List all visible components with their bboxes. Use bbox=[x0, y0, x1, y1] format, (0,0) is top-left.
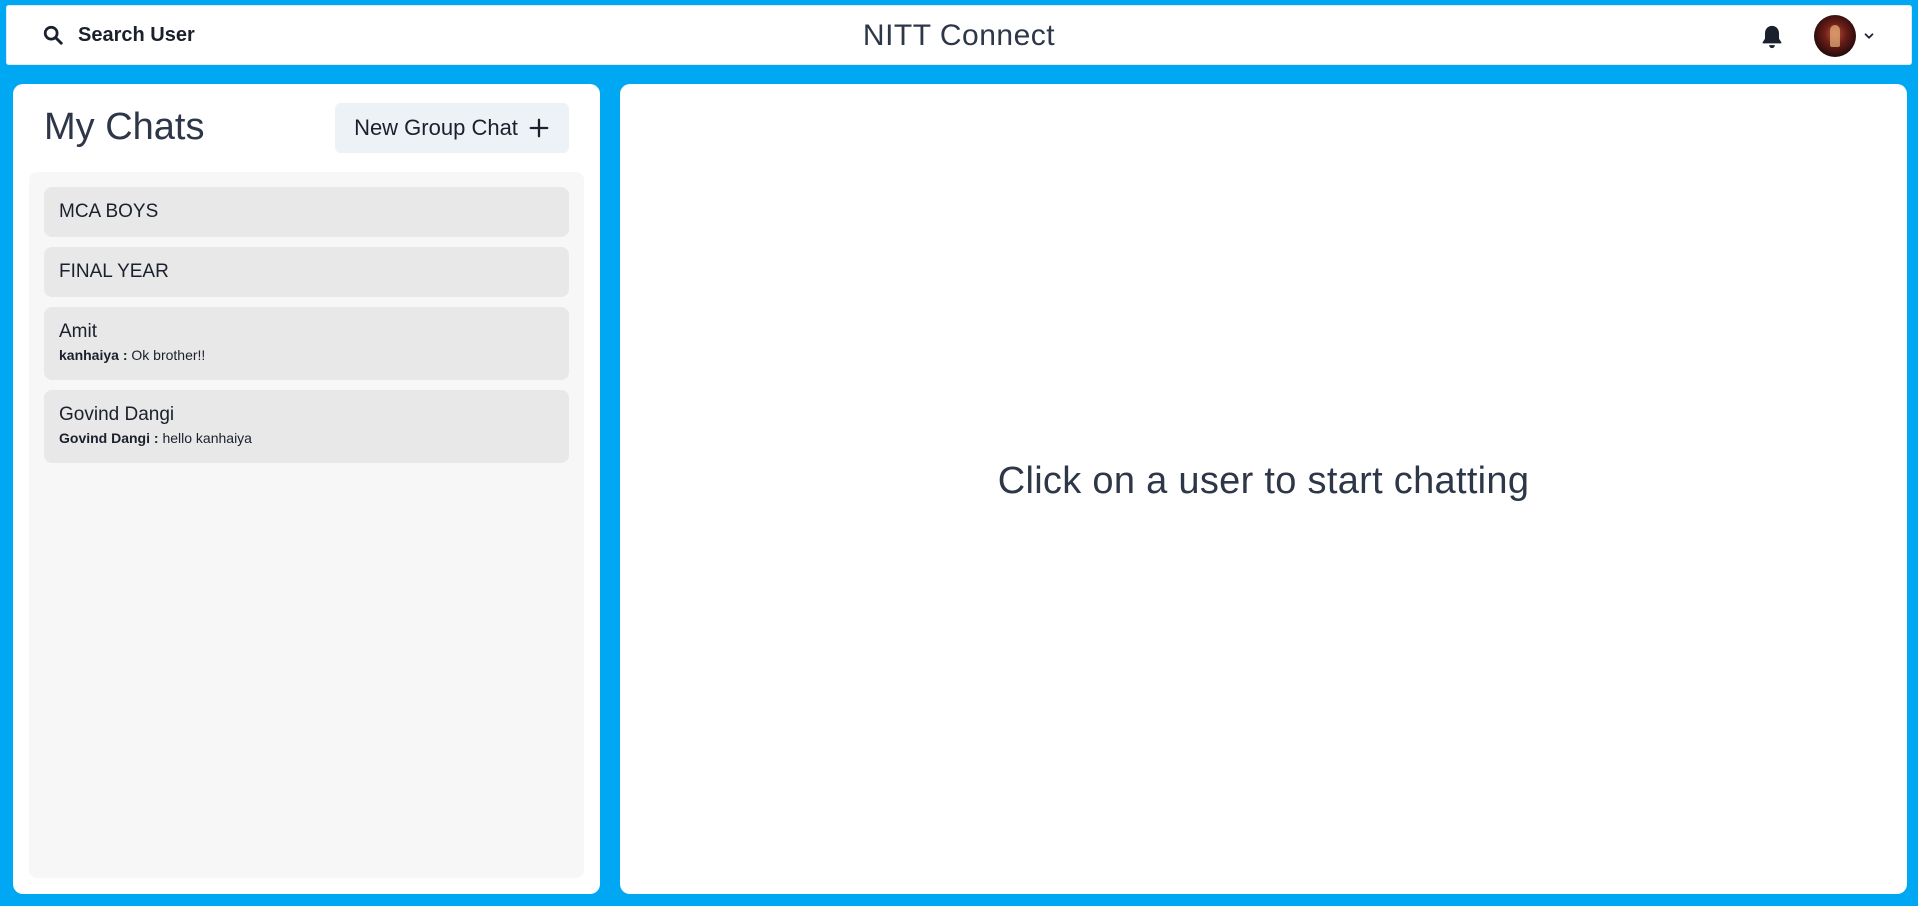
top-bar: Search User NITT Connect bbox=[0, 0, 1918, 72]
latest-message-text: Ok brother!! bbox=[131, 347, 206, 363]
chat-item-govind-dangi[interactable]: Govind Dangi Govind Dangi : hello kanhai… bbox=[44, 390, 569, 463]
latest-message-sender: Govind Dangi : bbox=[59, 430, 159, 446]
chat-item-mca-boys[interactable]: MCA BOYS bbox=[44, 187, 569, 237]
chat-list: MCA BOYS FINAL YEAR Amit kanhaiya : Ok b… bbox=[29, 172, 584, 878]
chat-item-final-year[interactable]: FINAL YEAR bbox=[44, 247, 569, 297]
chat-name: Govind Dangi bbox=[59, 404, 175, 425]
profile-menu-button[interactable] bbox=[1814, 14, 1886, 58]
latest-message-text: hello kanhaiya bbox=[162, 430, 252, 446]
latest-message-sender: kanhaiya : bbox=[59, 347, 128, 363]
chat-name: FINAL YEAR bbox=[59, 261, 169, 282]
chevron-down-icon bbox=[1864, 33, 1874, 39]
my-chats-panel: My Chats New Group Chat MCA BOYS FINAL Y… bbox=[13, 84, 600, 894]
app-title: NITT Connect bbox=[862, 19, 1056, 52]
latest-message: Govind Dangi : hello kanhaiya bbox=[59, 430, 569, 446]
avatar bbox=[1814, 15, 1856, 57]
header-panel: Search User NITT Connect bbox=[6, 5, 1912, 65]
new-group-chat-label: New Group Chat bbox=[354, 115, 518, 140]
new-group-chat-button[interactable]: New Group Chat bbox=[335, 103, 569, 153]
empty-chat-message: Click on a user to start chatting bbox=[997, 460, 1530, 502]
chat-name: Amit bbox=[59, 321, 97, 342]
my-chats-title: My Chats bbox=[44, 106, 205, 148]
bell-icon[interactable] bbox=[1758, 23, 1786, 51]
chat-item-amit[interactable]: Amit kanhaiya : Ok brother!! bbox=[44, 307, 569, 380]
chat-name: MCA BOYS bbox=[59, 201, 159, 222]
latest-message: kanhaiya : Ok brother!! bbox=[59, 347, 569, 363]
chat-box: Click on a user to start chatting bbox=[620, 84, 1907, 894]
plus-icon bbox=[529, 118, 549, 138]
